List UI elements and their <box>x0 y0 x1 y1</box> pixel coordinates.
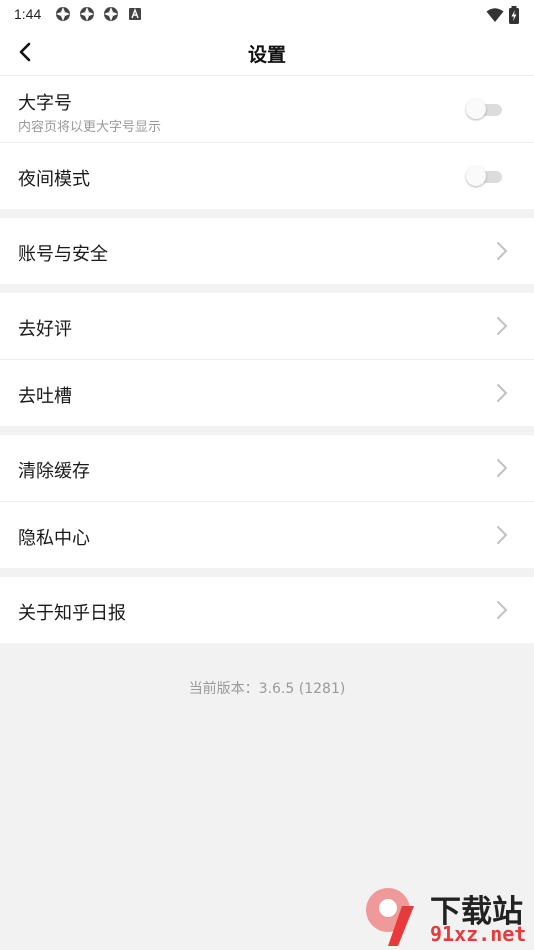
account-security-row[interactable]: 账号与安全 <box>0 218 534 284</box>
large-font-label: 大字号 <box>18 93 72 114</box>
clear-cache-label: 清除缓存 <box>18 461 90 482</box>
chevron-right-icon <box>497 601 507 619</box>
chevron-right-icon <box>497 459 507 477</box>
notification-icon <box>56 7 71 21</box>
notification-icon <box>80 7 95 21</box>
account-security-label: 账号与安全 <box>18 244 108 265</box>
notification-icon <box>104 7 119 21</box>
section-divider <box>0 426 534 435</box>
version-text: 当前版本：3.6.5 (1281) <box>188 681 346 697</box>
rate-row[interactable]: 去好评 <box>0 293 534 360</box>
large-font-toggle[interactable] <box>466 99 504 119</box>
section-divider <box>0 568 534 577</box>
chevron-right-icon <box>497 317 507 335</box>
night-mode-label: 夜间模式 <box>18 169 90 190</box>
page-title: 设置 <box>247 44 286 66</box>
section-divider <box>0 209 534 218</box>
night-mode-row[interactable]: 夜间模式 <box>0 143 534 209</box>
feedback-group: 去好评 去吐槽 <box>0 293 534 426</box>
feedback-label: 去吐槽 <box>18 386 72 407</box>
about-row[interactable]: 关于知乎日报 <box>0 577 534 643</box>
chevron-right-icon <box>497 242 507 260</box>
status-bar: 1:44 <box>0 0 534 28</box>
app-icon <box>129 8 142 20</box>
display-settings-group: 大字号 内容页将以更大字号显示 夜间模式 <box>0 76 534 209</box>
battery-icon <box>509 6 519 24</box>
account-group: 账号与安全 <box>0 218 534 284</box>
clear-cache-row[interactable]: 清除缓存 <box>0 435 534 502</box>
watermark-logo-icon <box>366 888 414 946</box>
toggle-knob <box>466 166 486 186</box>
privacy-label: 隐私中心 <box>18 528 90 549</box>
large-font-description: 内容页将以更大字号显示 <box>18 120 162 135</box>
about-group: 关于知乎日报 <box>0 577 534 643</box>
chevron-right-icon <box>497 526 507 544</box>
header: 设置 <box>0 28 534 76</box>
status-right <box>486 6 520 24</box>
watermark: 下载站 91xz.net <box>362 884 534 950</box>
about-label: 关于知乎日报 <box>18 603 126 624</box>
privacy-row[interactable]: 隐私中心 <box>0 502 534 568</box>
feedback-row[interactable]: 去吐槽 <box>0 360 534 426</box>
rate-label: 去好评 <box>18 319 72 340</box>
large-font-row[interactable]: 大字号 内容页将以更大字号显示 <box>0 76 534 143</box>
status-time: 1:44 <box>14 6 42 22</box>
watermark-url: 91xz.net <box>430 922 527 946</box>
storage-privacy-group: 清除缓存 隐私中心 <box>0 435 534 568</box>
night-mode-toggle[interactable] <box>466 166 504 186</box>
wifi-icon <box>486 8 504 22</box>
section-divider <box>0 284 534 293</box>
toggle-knob <box>466 99 486 119</box>
chevron-right-icon <box>497 384 507 402</box>
